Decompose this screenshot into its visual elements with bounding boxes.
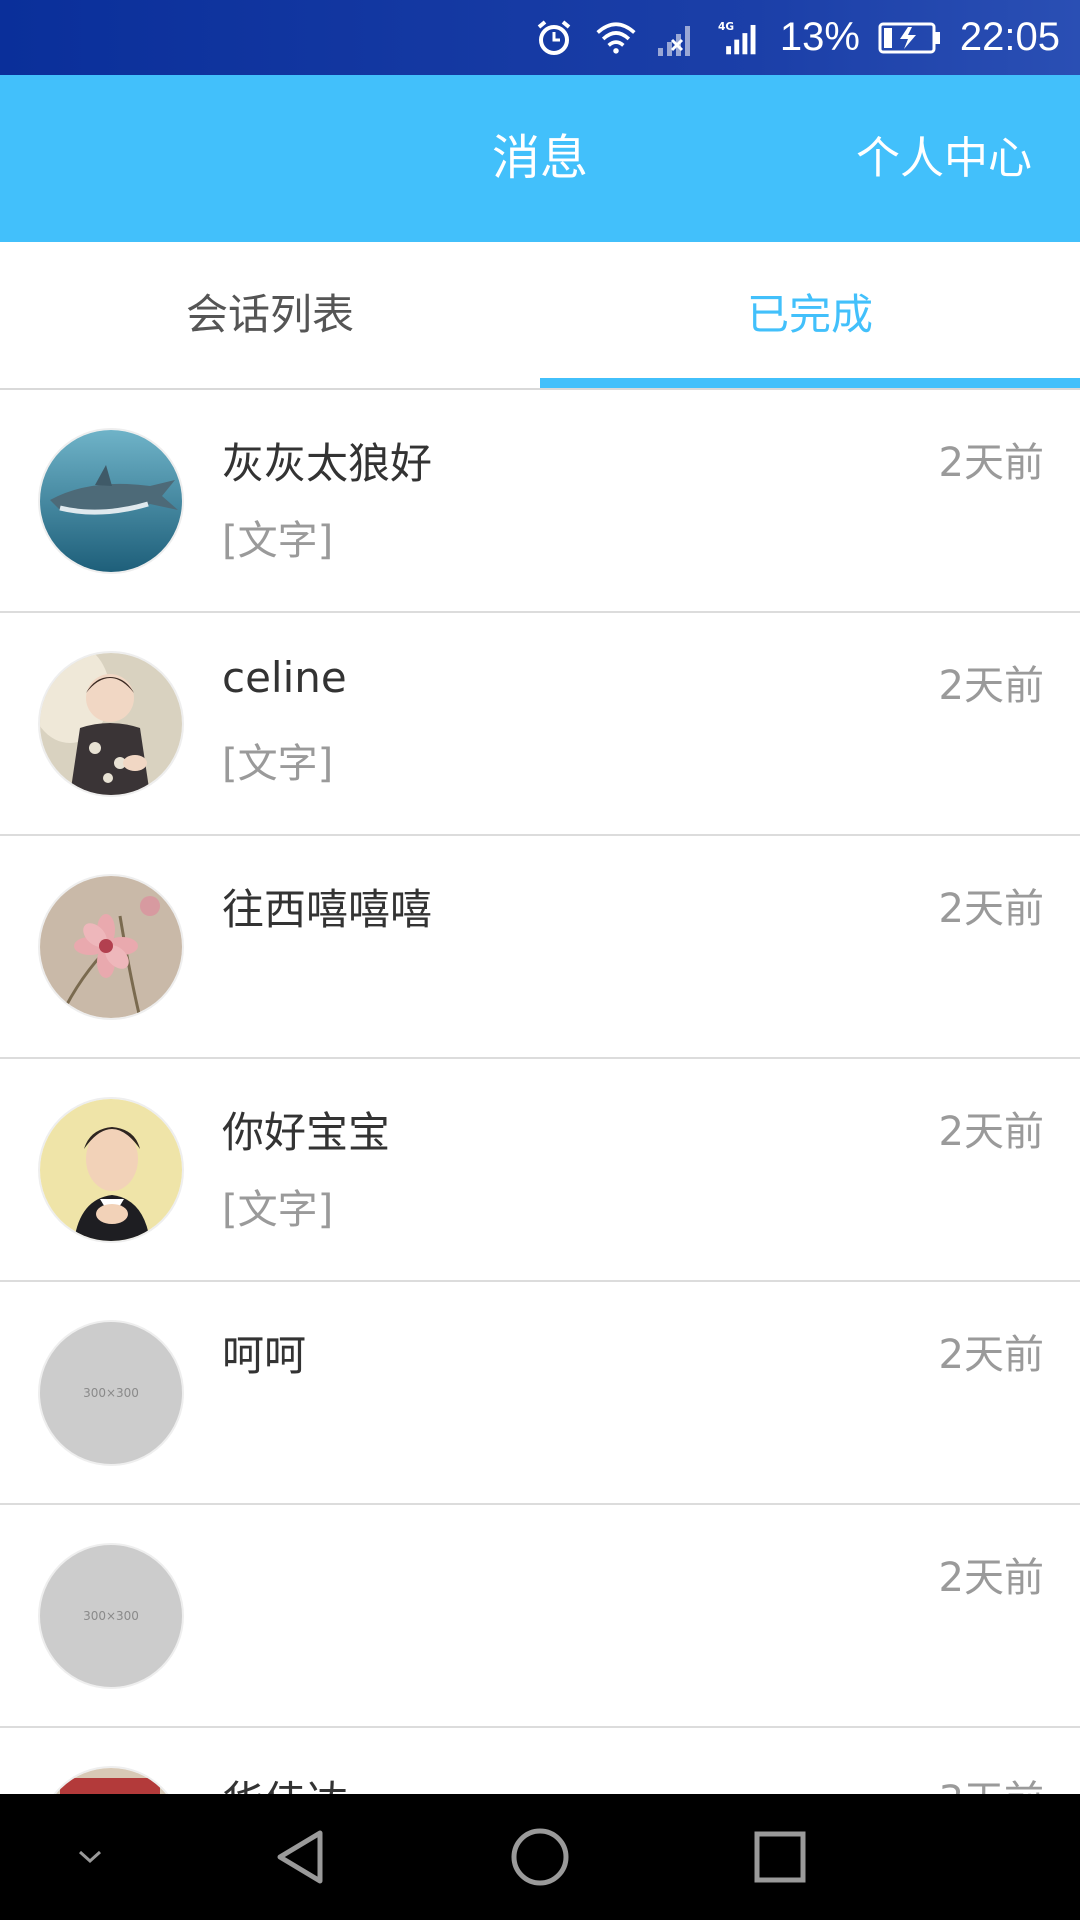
tab-conversation-list[interactable]: 会话列表 — [0, 242, 540, 388]
message-time: 2天前 — [938, 886, 1044, 932]
conversation-row[interactable]: 往西嘻嘻嘻 2天前 — [0, 836, 1080, 1059]
alarm-icon — [532, 16, 576, 60]
message-time: 2天前 — [938, 1555, 1044, 1601]
conversation-row[interactable]: 灰灰太狼好 [文字] 2天前 — [0, 390, 1080, 613]
contact-name: 往西嘻嘻嘻 — [222, 885, 433, 934]
avatar — [38, 874, 184, 1020]
avatar — [38, 1097, 184, 1243]
signal-4g-icon: 4G — [718, 16, 762, 60]
placeholder-label: 300×300 — [83, 1609, 139, 1623]
back-triangle-icon[interactable] — [240, 1794, 360, 1920]
contact-name: 呵呵 — [222, 1331, 307, 1380]
avatar-placeholder: 300×300 — [38, 1543, 184, 1689]
avatar — [38, 1766, 184, 1794]
message-time: 2天前 — [938, 1332, 1044, 1378]
chevron-down-icon[interactable] — [30, 1794, 150, 1920]
signal-no-sim-icon — [656, 16, 700, 60]
status-bar: 4G 13% 22:05 — [0, 0, 1080, 75]
tab-bar: 会话列表 已完成 — [0, 242, 1080, 390]
message-preview: [文字] — [222, 741, 334, 787]
message-time: 2天前 — [938, 440, 1044, 486]
conversation-list: 灰灰太狼好 [文字] 2天前 celine [文字] 2天前 往西嘻嘻嘻 2天前… — [0, 390, 1080, 1794]
avatar-placeholder: 300×300 — [38, 1320, 184, 1466]
wifi-icon — [594, 16, 638, 60]
contact-name: 灰灰太狼好 — [222, 439, 433, 488]
battery-percent: 13% — [779, 15, 860, 59]
clock: 22:05 — [959, 15, 1060, 59]
contact-name: 你好宝宝 — [222, 1108, 391, 1157]
profile-center-button[interactable]: 个人中心 — [856, 75, 1032, 242]
message-time: 2天前 — [938, 1109, 1044, 1155]
tab-completed[interactable]: 已完成 — [540, 242, 1080, 388]
status-icons: 4G 13% 22:05 — [532, 0, 1060, 75]
avatar — [38, 428, 184, 574]
conversation-row[interactable]: 你好宝宝 [文字] 2天前 — [0, 1059, 1080, 1282]
conversation-row[interactable]: 华侍达 3天前 — [0, 1728, 1080, 1794]
recents-square-icon[interactable] — [720, 1794, 840, 1920]
contact-name: 华侍达 — [222, 1768, 348, 1794]
app-header: 消息 个人中心 — [0, 75, 1080, 242]
conversation-row[interactable]: 300×300 呵呵 2天前 — [0, 1282, 1080, 1505]
conversation-row[interactable]: 300×300 2天前 — [0, 1505, 1080, 1728]
message-time: 2天前 — [938, 663, 1044, 709]
message-time: 3天前 — [939, 1768, 1044, 1794]
placeholder-label: 300×300 — [83, 1386, 139, 1400]
conversation-row[interactable]: celine [文字] 2天前 — [0, 613, 1080, 836]
message-preview: [文字] — [222, 518, 334, 564]
svg-text:4G: 4G — [718, 20, 734, 32]
home-circle-icon[interactable] — [480, 1794, 600, 1920]
system-nav-bar — [0, 1794, 1080, 1920]
contact-name: celine — [222, 653, 347, 702]
message-preview: [文字] — [222, 1187, 334, 1233]
avatar — [38, 651, 184, 797]
tab-indicator — [540, 378, 1080, 388]
battery-charging-icon — [878, 16, 942, 60]
